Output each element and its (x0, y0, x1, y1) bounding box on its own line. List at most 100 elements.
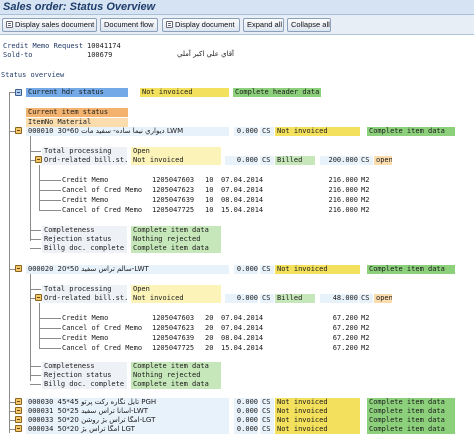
button-label: Display document (175, 20, 235, 29)
item-material: 50*25 اسانا تراس سفيد-LWT (57, 407, 149, 415)
completeness-value: Complete item data (131, 362, 221, 371)
doc-type: Credit Memo (62, 196, 109, 204)
display-document-button[interactable]: Display document (162, 18, 240, 32)
billing-status-value: Not invoiced (131, 294, 221, 303)
doc-type: Cancel of Cred Memo (62, 344, 143, 352)
doc-number[interactable]: 1205047639 (152, 196, 194, 205)
tree-line (39, 303, 40, 349)
item-node-icon[interactable] (15, 425, 22, 432)
item-row[interactable]: 000010 30*60 ديواري نيما ساده- سفيد مات … (26, 127, 229, 136)
item-uom: CS (260, 416, 274, 425)
item-row[interactable]: 000031 50*25 اسانا تراس سفيد-LWT (26, 407, 229, 416)
total-processing-label: Total processing (42, 147, 127, 156)
tree-line (39, 190, 61, 191)
display-sales-document-button[interactable]: Display sales document (2, 18, 97, 32)
item-uom: CS (260, 425, 274, 434)
item-node-icon[interactable] (15, 398, 22, 405)
doc-label: Credit Memo Request (3, 42, 84, 50)
doc-number[interactable]: 1205047603 (152, 314, 194, 323)
doc-uom: M2 (361, 186, 370, 194)
button-label: Document flow (104, 20, 154, 29)
current-hdr-status-label: Current hdr status (26, 88, 128, 97)
collapse-all-button[interactable]: Collapse all (287, 18, 331, 32)
rejection-status-label: Rejection status (42, 235, 127, 244)
tree-line (30, 366, 41, 367)
billing-doc-complete-value: Complete item data (131, 380, 221, 389)
billing-open-qty: 48.000 (320, 294, 358, 303)
billing-flow: Billed (275, 294, 315, 303)
item-row[interactable]: 000033 50*20 امگا تراس بژ روشن-LGT (26, 416, 229, 425)
item-qty: 0.000 (234, 398, 258, 407)
doc-type: Cancel of Cred Memo (62, 206, 143, 214)
document-flow-button[interactable]: Document flow (100, 18, 158, 32)
item-number: 000020 (28, 265, 54, 273)
item-status: Not invoiced (275, 398, 360, 407)
doc-uom: M2 (361, 334, 370, 342)
doc-qty: 216.000 (328, 196, 358, 204)
item-status: Not invoiced (275, 416, 360, 425)
item-detail: Complete item data (367, 127, 455, 136)
doc-item: 20 (205, 324, 214, 332)
item-row[interactable]: 000034 50*20 امگا تراس بژ LGT (26, 425, 229, 434)
item-uom: CS (260, 265, 274, 274)
billing-node-icon[interactable] (35, 156, 42, 163)
item-number: 000010 (28, 127, 54, 135)
doc-item: 10 (205, 206, 214, 214)
item-node-icon[interactable] (15, 265, 22, 272)
item-qty: 0.000 (234, 407, 258, 416)
item-node-icon[interactable] (15, 416, 22, 423)
doc-date: 07.04.2014 (221, 314, 264, 322)
item-row[interactable]: 000030 45*45 تايل نگاره ركت پرتو PGH (26, 398, 229, 407)
hdr-detail-value: Complete header data (233, 88, 321, 97)
billing-open-status: open (374, 294, 392, 303)
doc-type: Credit Memo (62, 314, 109, 322)
item-material: 20*50 سالم تراس سفيد-LWT (57, 265, 149, 273)
expand-all-button[interactable]: Expand all (243, 18, 284, 32)
billing-qty: 0.000 (225, 156, 258, 165)
doc-number[interactable]: 1205047623 (152, 186, 194, 195)
billing-node-icon[interactable] (35, 294, 42, 301)
rejection-status-label: Rejection status (42, 371, 127, 380)
doc-item: 10 (205, 176, 214, 184)
tree-line (39, 348, 61, 349)
item-detail: Complete item data (367, 416, 455, 425)
hdr-status-value: Not invoiced (140, 88, 229, 97)
item-material: 50*20 امگا تراس بژ روشن-LGT (57, 416, 156, 424)
doc-item: 20 (205, 344, 214, 352)
item-uom: CS (260, 127, 274, 136)
customer-name: آقاي علي اكبر آملي (177, 50, 235, 58)
doc-number[interactable]: 1205047725 (152, 344, 194, 353)
doc-type: Credit Memo (62, 334, 109, 342)
rejection-status-value: Nothing rejected (131, 235, 221, 244)
doc-number[interactable]: 1205047725 (152, 206, 194, 215)
item-status: Not invoiced (275, 265, 360, 274)
tree-line (39, 180, 61, 181)
doc-uom: M2 (361, 206, 370, 214)
billing-open-qty: 200.000 (320, 156, 358, 165)
item-node-icon[interactable] (15, 127, 22, 134)
header-node-icon[interactable] (15, 89, 22, 96)
item-qty: 0.000 (234, 425, 258, 434)
doc-qty: 216.000 (328, 186, 358, 194)
billing-open-status: open (374, 156, 392, 165)
completeness-value: Complete item data (131, 226, 221, 235)
tree-line (30, 274, 31, 381)
tree-line (39, 338, 61, 339)
doc-number[interactable]: 1205047639 (152, 334, 194, 343)
doc-number[interactable]: 1205047603 (152, 176, 194, 185)
rejection-status-value: Nothing rejected (131, 371, 221, 380)
doc-date: 08.04.2014 (221, 334, 264, 342)
item-row[interactable]: 000020 20*50 سالم تراس سفيد-LWT (26, 265, 229, 274)
item-node-icon[interactable] (15, 407, 22, 414)
window-title: Sales order: Status Overview (3, 1, 156, 13)
doc-type: Credit Memo (62, 176, 109, 184)
total-processing-value: Open (131, 147, 221, 156)
billing-open-uom: CS (359, 294, 373, 303)
button-label: Display sales document (15, 20, 95, 29)
doc-item: 20 (205, 314, 214, 322)
doc-date: 15.04.2014 (221, 206, 264, 214)
doc-number[interactable]: 1205047623 (152, 324, 194, 333)
item-number: 000034 (28, 425, 54, 433)
tree-line (30, 230, 41, 231)
item-number: 000033 (28, 416, 54, 424)
